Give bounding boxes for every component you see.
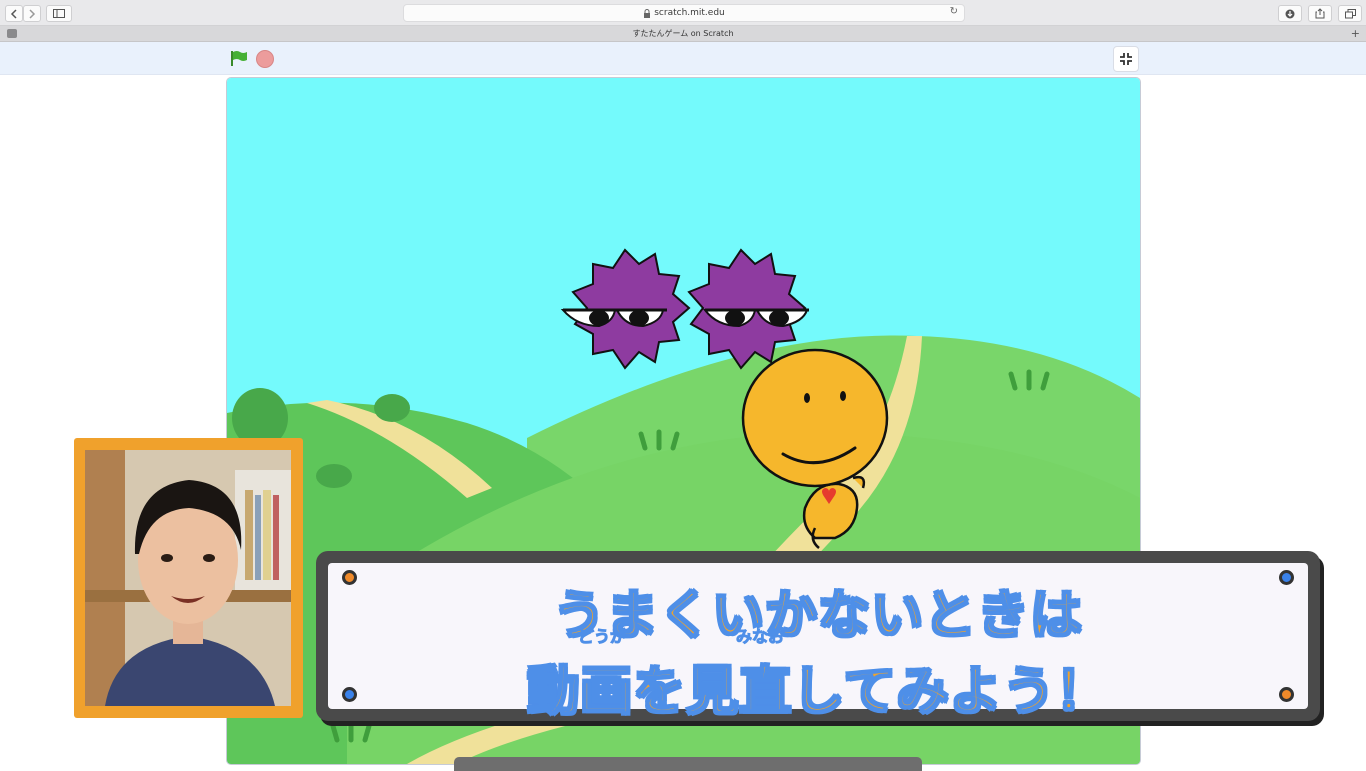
download-icon bbox=[1285, 9, 1295, 18]
share-icon bbox=[1315, 8, 1325, 19]
green-flag-button[interactable] bbox=[230, 50, 248, 71]
chevron-right-icon bbox=[29, 8, 36, 19]
new-tab-icon[interactable]: + bbox=[1351, 26, 1360, 41]
ruby-douga: どうが bbox=[577, 627, 627, 647]
forward-button[interactable] bbox=[23, 5, 41, 22]
webcam-video bbox=[85, 450, 291, 706]
caption-box: うまくいかないときは どうが みなお 動画を見直してみよう！ bbox=[316, 551, 1320, 723]
green-flag-icon bbox=[231, 51, 247, 66]
url-text: scratch.mit.edu bbox=[654, 8, 725, 18]
fullscreen-exit-button[interactable] bbox=[1113, 46, 1139, 72]
presenter-image bbox=[85, 450, 291, 706]
fullscreen-exit-icon bbox=[1120, 53, 1132, 65]
ruby-minao: みなお bbox=[735, 627, 785, 647]
scratch-player-header bbox=[0, 42, 1366, 75]
reload-icon[interactable]: ↻ bbox=[950, 6, 958, 17]
caption-panel: うまくいかないときは どうが みなお 動画を見直してみよう！ bbox=[328, 563, 1308, 723]
caption-line-1: うまくいかないときは bbox=[552, 585, 1083, 647]
tabs-icon bbox=[1344, 8, 1356, 18]
address-bar[interactable]: scratch.mit.edu ↻ bbox=[403, 4, 965, 22]
tab-title[interactable]: すたたんゲーム on Scratch bbox=[632, 29, 733, 38]
video-control-bar[interactable] bbox=[454, 757, 922, 771]
bush bbox=[316, 464, 352, 488]
tab-bar: すたたんゲーム on Scratch + bbox=[0, 26, 1366, 42]
lock-icon bbox=[644, 8, 651, 18]
download-button[interactable] bbox=[1278, 5, 1302, 22]
caption-line-2: 動画を見直してみよう！ bbox=[526, 661, 1109, 723]
bush bbox=[374, 394, 410, 422]
sidebar-button[interactable] bbox=[46, 5, 72, 22]
tabs-button[interactable] bbox=[1338, 5, 1362, 22]
chevron-left-icon bbox=[10, 8, 17, 19]
browser-toolbar: scratch.mit.edu ↻ bbox=[0, 0, 1366, 26]
sidebar-icon bbox=[53, 9, 65, 18]
tab-close-icon[interactable] bbox=[7, 29, 17, 38]
webcam-frame bbox=[74, 438, 303, 718]
share-button[interactable] bbox=[1308, 5, 1332, 22]
stop-button[interactable] bbox=[256, 50, 274, 68]
back-button[interactable] bbox=[5, 5, 23, 22]
